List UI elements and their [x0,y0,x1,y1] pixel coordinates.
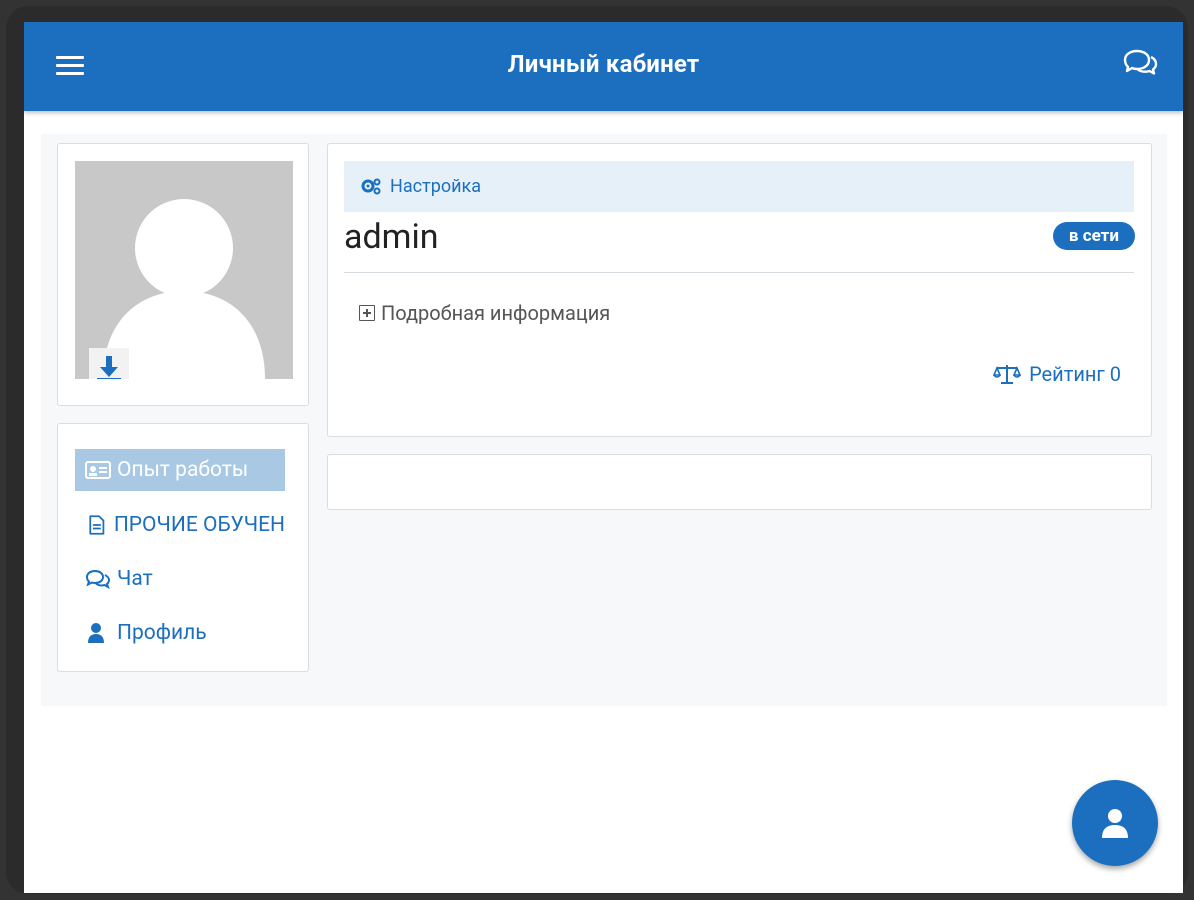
divider [344,272,1134,273]
app-screen: Личный кабинет Опыт работы ПРОЧИЕ ОБУЧЕН… [24,22,1183,893]
sidebar-item-experience[interactable]: Опыт работы [75,449,285,491]
sidebar-item-label: Чат [117,567,153,591]
username: admin [344,217,439,257]
sidebar-item-label: ПРОЧИЕ ОБУЧЕН [113,513,285,537]
main-content: Опыт работы ПРОЧИЕ ОБУЧЕН Чат Профиль На… [41,134,1167,706]
avatar-panel [57,143,309,406]
settings-link[interactable]: Настройка [344,161,1134,212]
empty-content-panel [327,454,1152,510]
rating-link[interactable]: Рейтинг 0 [993,362,1121,386]
device-frame: Личный кабинет Опыт работы ПРОЧИЕ ОБУЧЕН… [6,6,1188,894]
chat-button[interactable] [1121,48,1159,80]
download-icon [97,356,121,379]
profile-info-panel: Настройка admin в сети Подробная информа… [327,143,1152,437]
sidebar-item-chat[interactable]: Чат [75,558,285,600]
sidebar-menu: Опыт работы ПРОЧИЕ ОБУЧЕН Чат Профиль [57,423,309,672]
user-icon [1102,809,1128,838]
document-icon [89,515,105,535]
chat-icon [1123,49,1158,75]
id-card-icon [85,461,111,479]
avatar [75,161,293,379]
sidebar-item-other-training[interactable]: ПРОЧИЕ ОБУЧЕН [75,504,285,546]
app-bar: Личный кабинет [24,22,1183,111]
avatar-placeholder-icon [103,199,265,379]
balance-scale-icon [993,365,1022,384]
details-label: Подробная информация [381,301,611,325]
settings-label: Настройка [390,176,481,197]
sidebar-item-label: Профиль [117,621,207,645]
chat-icon [85,569,111,590]
gears-icon [361,178,381,194]
profile-fab[interactable] [1072,780,1158,866]
sidebar-item-profile[interactable]: Профиль [75,612,285,654]
details-toggle[interactable]: Подробная информация [359,301,610,325]
user-icon [88,623,104,643]
sidebar-item-label: Опыт работы [117,458,249,482]
rating-label: Рейтинг 0 [1029,362,1121,386]
page-title: Личный кабинет [507,50,700,78]
status-badge: в сети [1052,222,1135,250]
expand-icon [359,305,375,321]
upload-photo-button[interactable] [89,348,129,379]
